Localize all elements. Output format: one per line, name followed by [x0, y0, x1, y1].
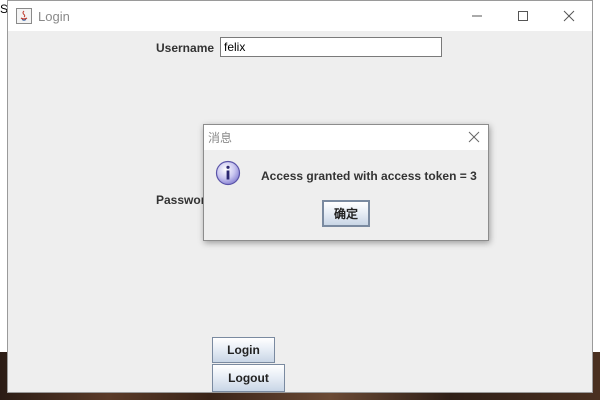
- java-icon: [16, 8, 32, 24]
- minimize-icon: [472, 15, 482, 17]
- window-titlebar[interactable]: Login: [8, 1, 592, 31]
- logout-button[interactable]: Logout: [212, 364, 285, 392]
- close-icon: [468, 131, 480, 143]
- window-controls: [454, 1, 592, 31]
- username-field[interactable]: [220, 37, 442, 57]
- login-button[interactable]: Login: [212, 337, 275, 363]
- dialog-close-button[interactable]: [466, 129, 482, 145]
- close-button[interactable]: [546, 1, 592, 31]
- dialog-title: 消息: [208, 131, 233, 145]
- password-label: Password: [156, 193, 204, 207]
- maximize-icon: [518, 11, 528, 21]
- window-title: Login: [38, 8, 70, 24]
- info-icon: [215, 160, 241, 186]
- maximize-button[interactable]: [500, 1, 546, 31]
- close-icon: [563, 10, 575, 22]
- minimize-button[interactable]: [454, 1, 500, 31]
- dialog-message: Access granted with access token = 3: [261, 169, 477, 183]
- message-dialog: 消息 Access granted with access token = 3 …: [203, 124, 489, 241]
- ok-button[interactable]: 确定: [322, 200, 370, 227]
- username-label: Username: [156, 41, 215, 55]
- dialog-titlebar[interactable]: 消息: [204, 125, 488, 150]
